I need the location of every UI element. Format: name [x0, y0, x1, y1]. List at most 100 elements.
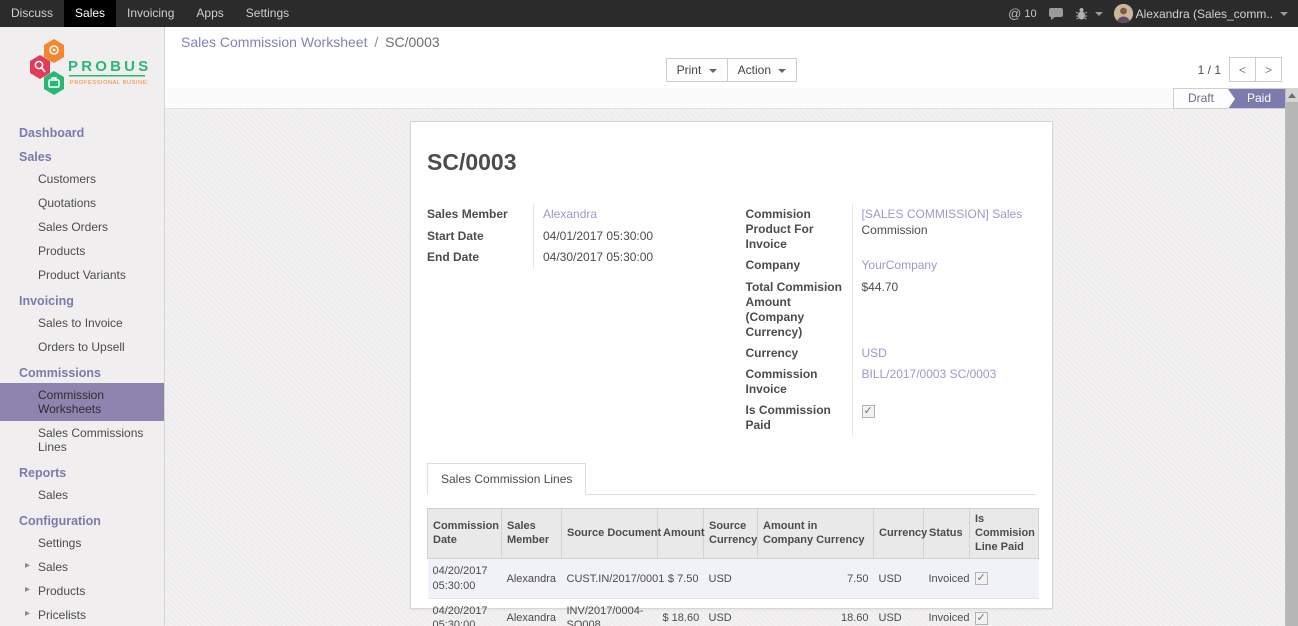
sidebar-section-configuration[interactable]: Configuration — [0, 507, 164, 531]
expand-caret-icon: ▸ — [25, 608, 30, 619]
currency-label: Currency — [746, 343, 852, 365]
cell-source-document: CUST.IN/2017/0001 — [562, 559, 658, 599]
print-button-label: Print — [677, 63, 702, 77]
cell-company-amount: 7.50 — [758, 559, 874, 599]
col-header-commission-date[interactable]: Commission Date — [428, 509, 502, 559]
cell-source-currency: USD — [704, 559, 758, 599]
cell-sales-member: Alexandra — [502, 559, 562, 599]
col-header-sales-member[interactable]: Sales Member — [502, 509, 562, 559]
svg-text:PROFESSIONAL BUSINESS: PROFESSIONAL BUSINESS — [70, 80, 148, 86]
menu-apps[interactable]: Apps — [185, 0, 234, 27]
user-menu-button[interactable]: Alexandra (Sales_comm.. — [1114, 4, 1288, 23]
breadcrumb-separator: / — [371, 34, 381, 50]
sidebar-section-invoicing[interactable]: Invoicing — [0, 287, 164, 311]
statusbar: Draft Paid — [1173, 88, 1285, 109]
col-header-source-currency[interactable]: Source Currency — [704, 509, 758, 559]
scrollbar-thumb[interactable] — [1286, 102, 1298, 626]
print-button[interactable]: Print — [666, 58, 728, 82]
sidebar-section-sales[interactable]: Sales — [0, 143, 164, 167]
main-panel: Sales Commission Worksheet / SC/0003 Pri… — [165, 27, 1298, 626]
sidebar-section-reports[interactable]: Reports — [0, 459, 164, 483]
commission-product-label: Commision Product For Invoice — [746, 204, 852, 255]
tab-sales-commission-lines[interactable]: Sales Commission Lines — [427, 463, 586, 495]
top-navbar: Discuss Sales Invoicing Apps Settings @ … — [0, 0, 1298, 27]
caret-down-icon — [778, 69, 786, 73]
sidebar-item-config-pricelists[interactable]: ▸ Pricelists — [0, 603, 164, 626]
sidebar-item-label: Products — [38, 584, 85, 598]
sidebar-item-sales-to-invoice[interactable]: Sales to Invoice — [0, 311, 164, 335]
activities-button[interactable]: @ 10 — [1008, 6, 1036, 21]
sidebar-item-settings[interactable]: Settings — [0, 531, 164, 555]
bug-icon — [1075, 7, 1088, 20]
sidebar-item-product-variants[interactable]: Product Variants — [0, 263, 164, 287]
sidebar-item-reports-sales[interactable]: Sales — [0, 483, 164, 507]
breadcrumb-current: SC/0003 — [385, 34, 439, 50]
cell-status: Invoiced — [924, 599, 970, 626]
form-sheet: SC/0003 Sales Member Alexandra Start Dat… — [410, 121, 1053, 609]
cell-source-currency: USD — [704, 599, 758, 626]
debug-menu-button[interactable] — [1075, 7, 1103, 20]
col-header-amount[interactable]: Amount — [658, 509, 704, 559]
sidebar-item-sales-commissions-lines[interactable]: Sales Commissions Lines — [0, 421, 164, 459]
expand-caret-icon: ▸ — [25, 584, 30, 595]
commission-product-text: Commission — [862, 223, 928, 237]
menu-discuss[interactable]: Discuss — [0, 0, 64, 27]
col-header-currency[interactable]: Currency — [874, 509, 924, 559]
sidebar-section-commissions[interactable]: Commissions — [0, 359, 164, 383]
record-title: SC/0003 — [427, 149, 1036, 176]
sidebar-item-orders-to-upsell[interactable]: Orders to Upsell — [0, 335, 164, 359]
menu-sales[interactable]: Sales — [64, 0, 116, 27]
commission-product-link[interactable]: [SALES COMMISSION] Sales — [862, 207, 1023, 221]
cell-amount: $ 18.60 — [658, 599, 704, 626]
svg-text:PROBUSE: PROBUSE — [68, 58, 148, 75]
messages-button[interactable] — [1048, 7, 1064, 21]
pager-next-button[interactable]: > — [1255, 57, 1282, 82]
breadcrumb-parent-link[interactable]: Sales Commission Worksheet — [181, 34, 367, 50]
action-button-label: Action — [738, 63, 771, 77]
sidebar-item-config-sales[interactable]: ▸ Sales — [0, 555, 164, 579]
menu-invoicing[interactable]: Invoicing — [116, 0, 185, 27]
commission-invoice-link[interactable]: BILL/2017/0003 SC/0003 — [862, 367, 997, 381]
is-commission-paid-label: Is Commission Paid — [746, 400, 852, 436]
col-header-source-document[interactable]: Source Document — [562, 509, 658, 559]
cell-amount: $ 7.50 — [658, 559, 704, 599]
sales-member-link[interactable]: Alexandra — [543, 207, 597, 221]
sidebar-item-commission-worksheets[interactable]: Commission Worksheets — [0, 383, 164, 421]
status-band: Draft Paid — [165, 88, 1298, 109]
col-header-amount-company-currency[interactable]: Amount in Company Currency — [758, 509, 874, 559]
cell-sales-member: Alexandra — [502, 599, 562, 626]
cell-line-paid — [970, 599, 1039, 626]
start-date-value: 04/01/2017 05:30:00 — [533, 226, 732, 248]
sidebar-item-dashboard[interactable]: Dashboard — [0, 119, 164, 143]
sidebar-item-config-products[interactable]: ▸ Products — [0, 579, 164, 603]
sidebar-item-products[interactable]: Products — [0, 239, 164, 263]
chat-bubble-icon — [1048, 7, 1064, 21]
sidebar: PROBUSE PROFESSIONAL BUSINESS Dashboard … — [0, 27, 165, 626]
currency-link[interactable]: USD — [862, 346, 887, 360]
company-link[interactable]: YourCompany — [862, 258, 938, 272]
sidebar-item-quotations[interactable]: Quotations — [0, 191, 164, 215]
status-step-draft[interactable]: Draft — [1174, 89, 1228, 108]
commission-lines-table: Commission Date Sales Member Source Docu… — [427, 508, 1039, 626]
cell-currency: USD — [874, 599, 924, 626]
sidebar-item-label: Pricelists — [38, 608, 86, 622]
expand-caret-icon: ▸ — [25, 560, 30, 571]
breadcrumb: Sales Commission Worksheet / SC/0003 — [181, 34, 1282, 50]
company-logo: PROBUSE PROFESSIONAL BUSINESS — [0, 27, 164, 119]
sales-member-label: Sales Member — [427, 204, 533, 226]
col-header-is-commision-line-paid[interactable]: Is Commision Line Paid — [970, 509, 1039, 559]
vertical-scrollbar[interactable] — [1285, 88, 1298, 626]
table-row[interactable]: 04/20/2017 05:30:00 Alexandra CUST.IN/20… — [428, 559, 1039, 599]
end-date-value: 04/30/2017 05:30:00 — [533, 247, 732, 269]
table-row[interactable]: 04/20/2017 05:30:00 Alexandra INV/2017/0… — [428, 599, 1039, 626]
line-paid-checkbox — [975, 612, 988, 625]
col-header-status[interactable]: Status — [924, 509, 970, 559]
pager: 1 / 1 < > — [1198, 57, 1282, 82]
action-button[interactable]: Action — [727, 58, 798, 82]
pager-previous-button[interactable]: < — [1229, 57, 1256, 82]
scroll-up-button[interactable] — [1286, 88, 1298, 102]
status-step-paid[interactable]: Paid — [1228, 89, 1285, 108]
menu-settings[interactable]: Settings — [235, 0, 300, 27]
sidebar-item-sales-orders[interactable]: Sales Orders — [0, 215, 164, 239]
sidebar-item-customers[interactable]: Customers — [0, 167, 164, 191]
